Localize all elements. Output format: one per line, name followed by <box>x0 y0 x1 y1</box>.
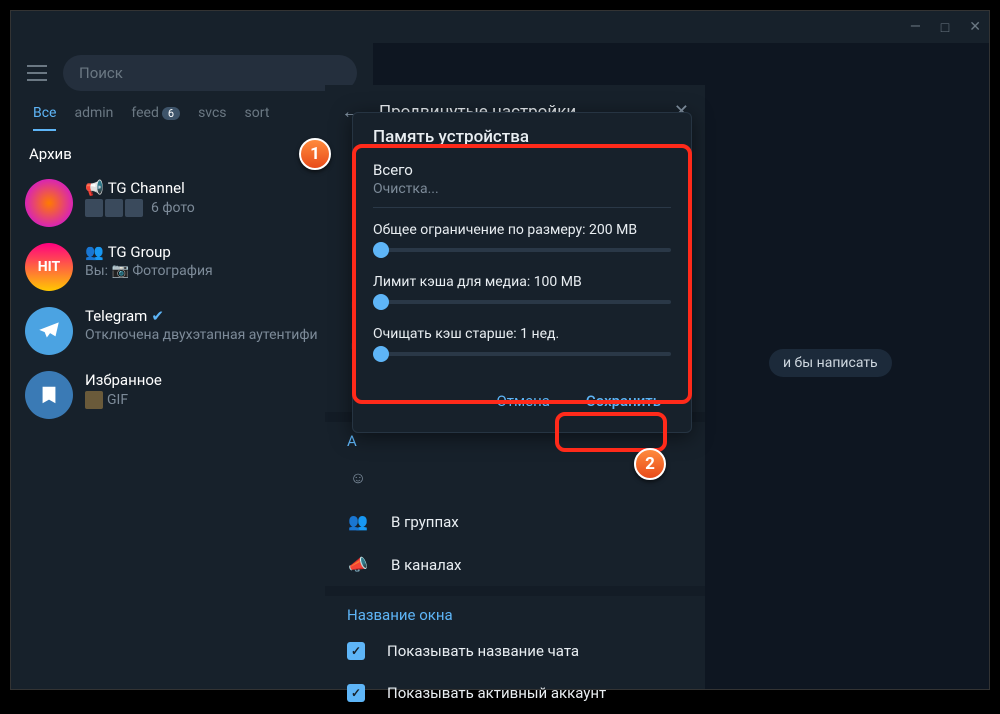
chat-item[interactable]: Избранное GIF 31 <box>11 363 373 427</box>
close-button[interactable]: ✕ <box>969 19 981 35</box>
slider-thumb[interactable] <box>373 294 389 310</box>
chat-list: 📢TG Channel 6 фото HIT 👥TG Group Вы: 📷 Ф… <box>11 171 373 427</box>
avatar: HIT <box>25 243 73 291</box>
settings-row-show-account[interactable]: ✓ Показывать активный аккаунт <box>325 672 705 714</box>
folder-tab-admin[interactable]: admin <box>74 105 113 131</box>
slider-label-media-cache: Лимит кэша для медиа: 100 MB <box>373 274 671 290</box>
folder-tab-sort[interactable]: sort <box>245 105 270 131</box>
folder-tabs: Все admin feed6 svcs sort <box>11 99 373 131</box>
settings-row-show-chat-name[interactable]: ✓ Показывать название чата <box>325 630 705 672</box>
slider-total-limit[interactable] <box>373 248 671 252</box>
chat-item[interactable]: HIT 👥TG Group Вы: 📷 Фотография <box>11 235 373 299</box>
settings-row-channels[interactable]: 📣 В каналах <box>325 543 705 586</box>
total-sublabel: Очистка... <box>373 181 671 197</box>
megaphone-icon: 📣 <box>347 555 369 574</box>
minimize-button[interactable]: — <box>910 19 921 35</box>
chat-item[interactable]: 📢TG Channel 6 фото <box>11 171 373 235</box>
folder-tab-all[interactable]: Все <box>33 105 56 131</box>
menu-icon[interactable] <box>27 65 47 81</box>
checkbox-icon[interactable]: ✓ <box>347 642 365 660</box>
storage-dialog: Память устройства Всего Очистка... Общее… <box>352 112 692 433</box>
search-input[interactable]: Поиск <box>63 55 357 91</box>
slider-label-clear-older: Очищать кэш старше: 1 нед. <box>373 326 671 342</box>
avatar <box>25 179 73 227</box>
dialog-title: Память устройства <box>353 113 691 157</box>
chat-item[interactable]: Telegram ✔ Отключена двухэтапная аутенти… <box>11 299 373 363</box>
annotation-marker-1: 1 <box>299 138 331 170</box>
slider-media-cache[interactable] <box>373 300 671 304</box>
settings-row-groups[interactable]: 👥 В группах <box>325 500 705 543</box>
folder-badge: 6 <box>162 107 180 120</box>
folder-tab-svcs[interactable]: svcs <box>198 105 226 131</box>
verified-icon: ✔ <box>151 307 164 325</box>
placeholder-pill: и бы написать <box>769 349 892 377</box>
folder-tab-feed[interactable]: feed6 <box>131 105 180 131</box>
cancel-button[interactable]: Отмена <box>482 384 563 418</box>
user-icon: ☺ <box>347 468 369 488</box>
slider-thumb[interactable] <box>373 346 389 362</box>
divider <box>373 207 671 208</box>
avatar <box>25 307 73 355</box>
group-icon: 👥 <box>347 512 369 531</box>
annotation-marker-2: 2 <box>634 448 666 480</box>
slider-label-total-limit: Общее ограничение по размеру: 200 MB <box>373 222 671 238</box>
checkbox-icon[interactable]: ✓ <box>347 684 365 702</box>
save-button[interactable]: Сохранить <box>572 384 675 418</box>
avatar <box>25 371 73 419</box>
section-label: Название окна <box>325 596 705 630</box>
maximize-button[interactable]: □ <box>941 19 949 36</box>
titlebar: — □ ✕ <box>11 11 989 43</box>
total-label: Всего <box>373 161 671 179</box>
slider-clear-older[interactable] <box>373 352 671 356</box>
divider <box>325 586 705 596</box>
slider-thumb[interactable] <box>373 242 389 258</box>
